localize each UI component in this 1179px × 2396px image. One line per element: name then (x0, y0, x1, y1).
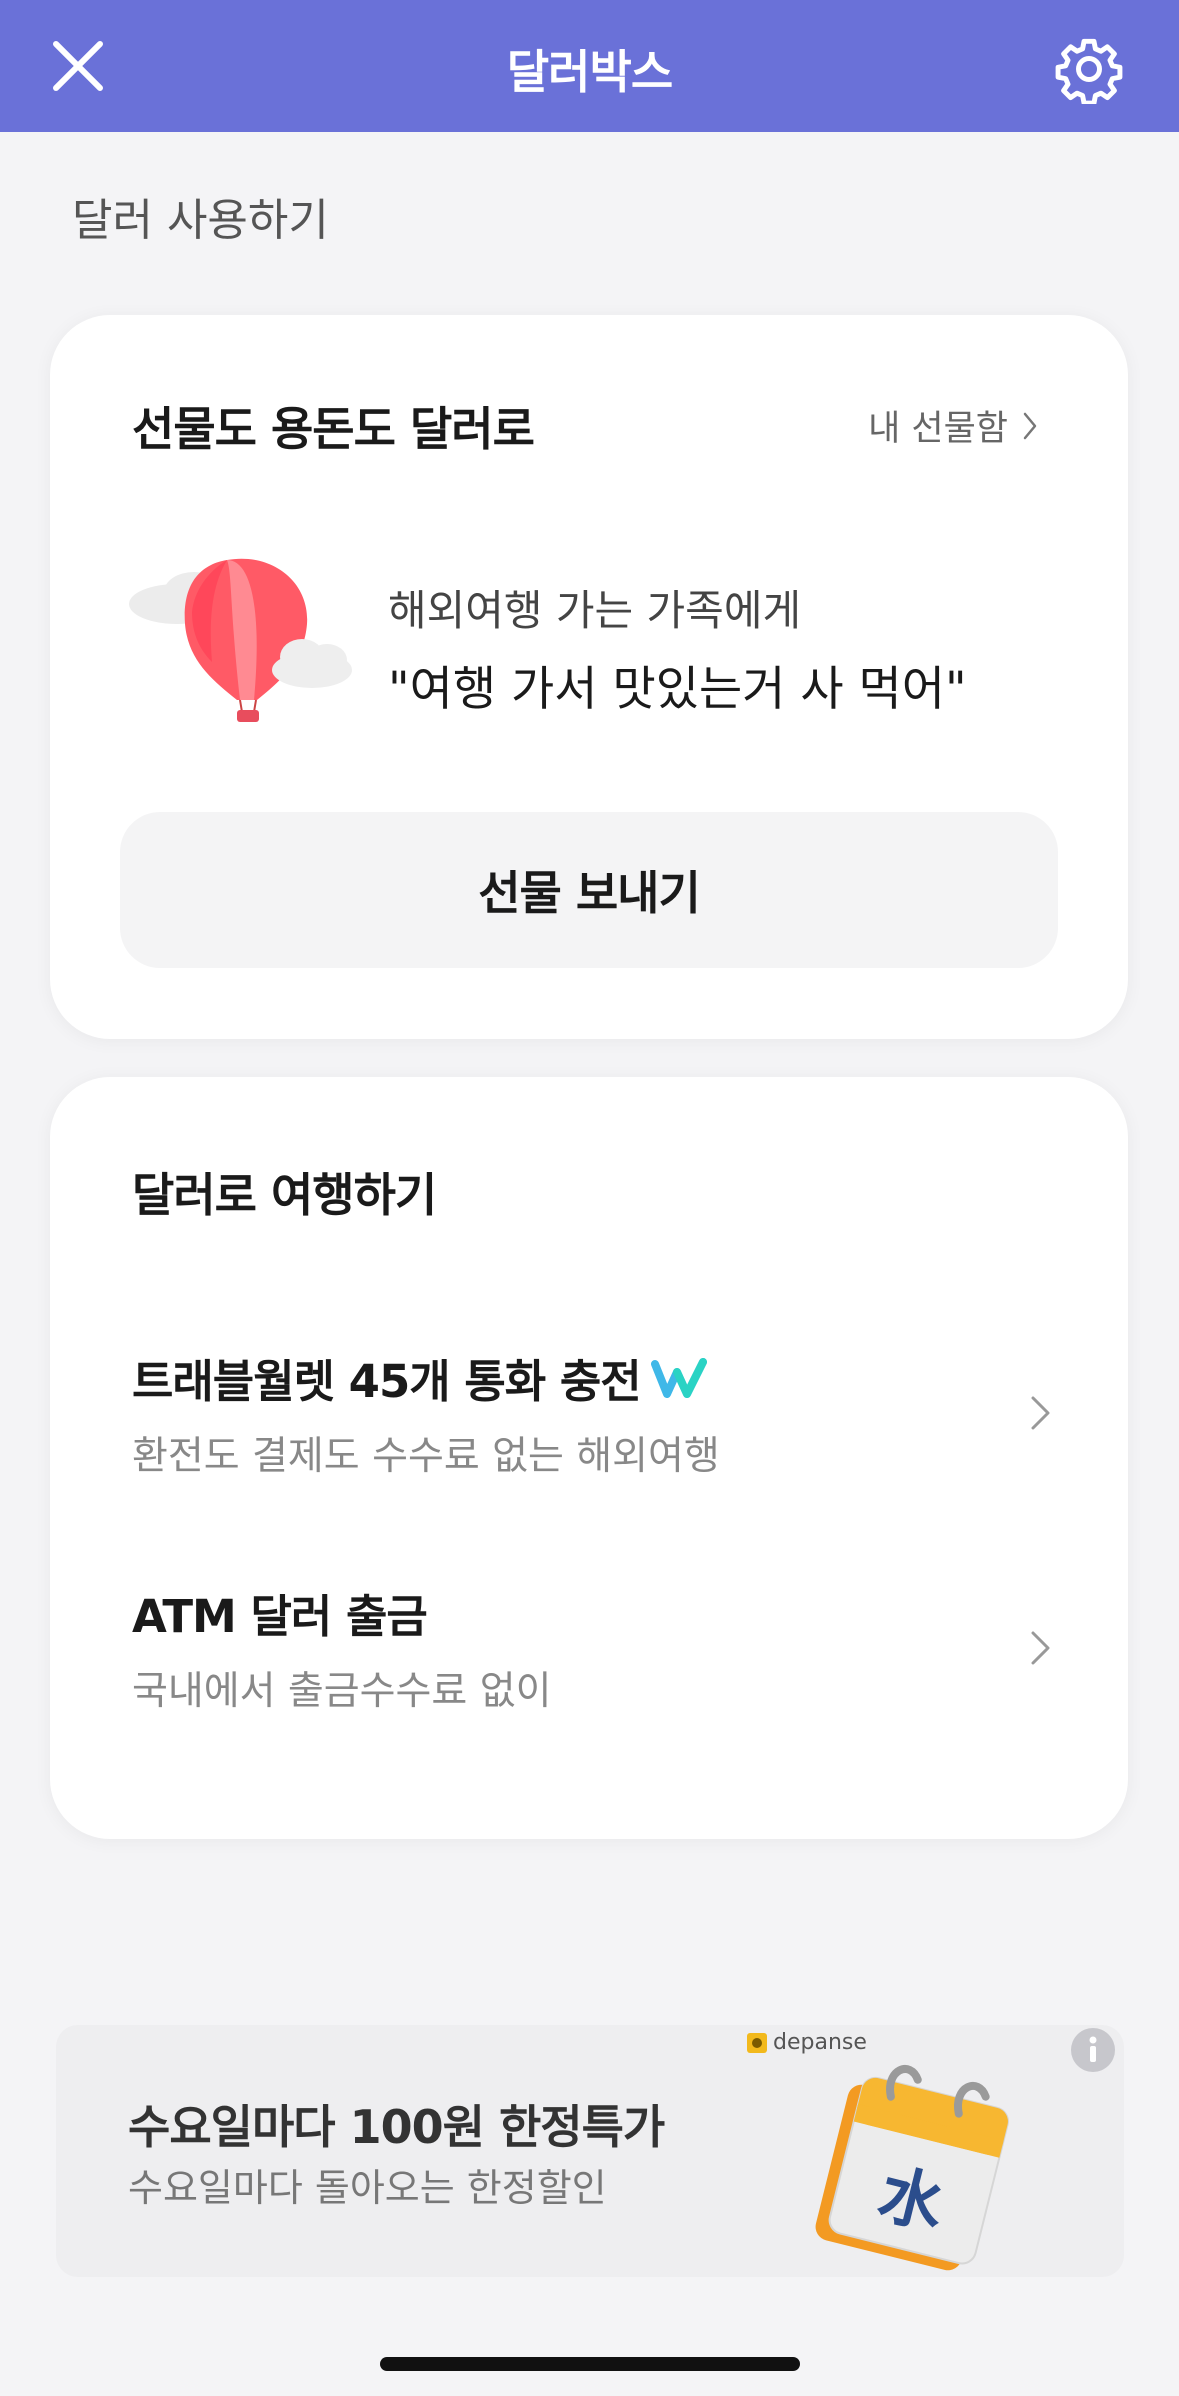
atm-withdrawal-item[interactable]: ATM 달러 출금 국내에서 출금수수료 없이 (50, 1580, 1128, 1760)
gift-description-line2: "여행 가서 맛있는거 사 먹어" (388, 662, 967, 717)
gift-description-line1: 해외여행 가는 가족에게 (388, 586, 802, 635)
send-gift-button[interactable]: 선물 보내기 (120, 812, 1058, 968)
gear-icon[interactable] (1054, 34, 1124, 104)
banner-title: 수요일마다 100원 한정특가 (128, 2100, 665, 2154)
gift-card-title: 선물도 용돈도 달러로 (132, 402, 535, 456)
my-gift-box-link[interactable]: 내 선물함 (868, 400, 1038, 451)
hot-air-balloon-illustration (129, 558, 352, 722)
atm-withdrawal-subtitle: 국내에서 출금수수료 없이 (132, 1669, 552, 1714)
home-indicator (380, 2357, 800, 2371)
page-title: 달러박스 (506, 45, 673, 99)
travelwallet-logo-icon (650, 1357, 707, 1398)
travelwallet-title: 트래블월렛 45개 통화 충전 (132, 1355, 642, 1408)
wednesday-deal-banner[interactable]: depanse 수요일마다 100원 한정특가 수요일마다 돌아오는 한정할인 … (56, 2025, 1124, 2277)
atm-withdrawal-title: ATM 달러 출금 (132, 1590, 428, 1643)
travel-card: 달러로 여행하기 트래블월렛 45개 통화 충전 환전도 결제도 수수료 없는 … (50, 1077, 1128, 1839)
calendar-illustration: 水 (815, 2065, 1009, 2271)
top-app-bar: 달러박스 (0, 0, 1179, 132)
banner-subtitle: 수요일마다 돌아오는 한정할인 (128, 2166, 607, 2210)
gift-card: 선물도 용돈도 달러로 내 선물함 해외여행 가는 가족에게 "여행 가서 맛있… (50, 315, 1128, 1039)
travelwallet-subtitle: 환전도 결제도 수수료 없는 해외여행 (132, 1434, 720, 1479)
chevron-right-icon (1031, 1396, 1050, 1430)
travel-card-title: 달러로 여행하기 (132, 1168, 437, 1222)
chevron-right-icon (1023, 412, 1037, 439)
section-label: 달러 사용하기 (72, 195, 329, 246)
chevron-right-icon (1031, 1631, 1050, 1665)
my-gift-box-label: 내 선물함 (868, 409, 1008, 449)
info-icon[interactable] (1070, 2027, 1116, 2073)
travelwallet-charge-item[interactable]: 트래블월렛 45개 통화 충전 환전도 결제도 수수료 없는 해외여행 (50, 1345, 1128, 1525)
travelwallet-title-row: 트래블월렛 45개 통화 충전 (132, 1345, 707, 1410)
brand-mark-icon (747, 2032, 767, 2053)
